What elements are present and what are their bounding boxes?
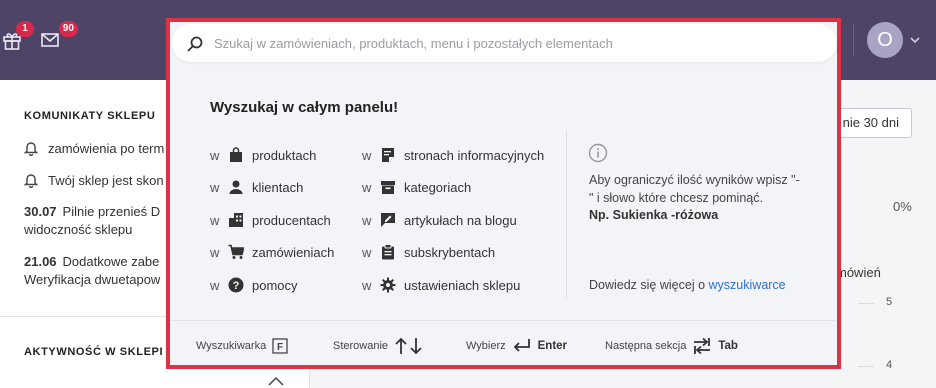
bell-icon: [24, 142, 38, 156]
search-scope-clients[interactable]: w klientach: [210, 177, 303, 199]
user-avatar[interactable]: O: [867, 22, 903, 58]
scope-label: artykułach na blogu: [404, 213, 517, 228]
tab-icon: [694, 337, 711, 355]
scope-label: kategoriach: [404, 180, 472, 195]
scope-label: ustawieniach sklepu: [404, 278, 521, 293]
search-input[interactable]: [214, 32, 814, 54]
topbar-divider: [853, 24, 854, 56]
shortcuts-divider: [170, 320, 837, 321]
search-scope-subscribers[interactable]: w subskrybentach: [362, 242, 495, 264]
search-tip-example: Np. Sukienka -różowa: [589, 208, 719, 222]
search-box[interactable]: [172, 24, 837, 62]
search-scope-blog[interactable]: w artykułach na blogu: [362, 210, 517, 232]
search-scope-info-pages[interactable]: w stronach informacyjnych: [362, 145, 544, 167]
news-text-continued: Weryfikacja dwuetapow: [24, 272, 161, 287]
svg-text:F: F: [277, 342, 283, 353]
shortcut-search: Wyszukiwarka F: [196, 335, 288, 357]
scope-label: stronach informacyjnych: [404, 148, 545, 163]
enter-icon: [513, 339, 530, 352]
blog-icon: [381, 213, 395, 227]
search-heading: Wyszukaj w całym panelu!: [210, 99, 399, 116]
clipboard-icon: [382, 244, 394, 260]
news-item[interactable]: 21.06 Dodatkowe zabe Weryfikacja dwuetapo…: [24, 253, 160, 289]
orders-chart-label: mówień: [836, 265, 881, 280]
chart-tick-label: 5: [886, 296, 893, 308]
building-icon: [229, 213, 243, 227]
bell-icon: [24, 174, 38, 188]
search-scope-help[interactable]: w? pomocy: [210, 275, 298, 297]
cart-icon: [228, 244, 244, 259]
shortcut-select: Wybierz Enter: [466, 335, 567, 357]
box-icon: [381, 181, 395, 194]
info-icon: [588, 143, 608, 163]
message-item[interactable]: Twój sklep jest skon: [24, 172, 164, 190]
help-icon: ?: [228, 277, 244, 293]
search-scope-shop-settings[interactable]: w ustawieniach sklepu: [362, 275, 520, 297]
gear-icon: [380, 277, 396, 293]
scope-label: producentach: [252, 213, 331, 228]
key-f-icon: F: [272, 338, 288, 354]
search-icon: [187, 36, 203, 52]
scope-label: subskrybentach: [404, 245, 496, 260]
news-text-continued: widoczność sklepu: [24, 222, 133, 237]
search-scope-categories[interactable]: w kategoriach: [362, 177, 471, 199]
news-date: 30.07: [24, 204, 57, 219]
scope-label: produktach: [252, 148, 317, 163]
shortcut-next-section: Następna sekcja Tab: [605, 335, 738, 357]
search-help-link[interactable]: wyszukiwarce: [709, 278, 786, 292]
shortcut-navigation: Sterowanie: [333, 335, 424, 357]
chevron-up-icon[interactable]: [267, 376, 285, 386]
gift-button[interactable]: 1: [2, 21, 34, 52]
person-icon: [229, 180, 243, 194]
messages-section-title: KOMUNIKATY SKLEPU: [24, 110, 156, 122]
chart-gridline: [858, 366, 874, 367]
page-icon: [382, 148, 394, 162]
gift-badge: 1: [16, 21, 34, 37]
column-divider: [566, 130, 567, 298]
news-item[interactable]: 30.07 Pilnie przenieś D widoczność sklepu: [24, 203, 160, 239]
chevron-down-icon[interactable]: [908, 33, 922, 47]
mail-badge: 90: [58, 21, 78, 37]
mail-icon: [41, 33, 59, 47]
news-text: Pilnie przenieś D: [62, 204, 161, 219]
search-scope-products[interactable]: w produktach: [210, 145, 316, 167]
search-tip-text: Aby ograniczyć ilość wyników wpisz "-" i…: [589, 173, 800, 205]
scope-label: zamówieniach: [252, 245, 335, 260]
arrows-up-down-icon: [395, 337, 422, 355]
search-scope-producers[interactable]: w producentach: [210, 210, 331, 232]
scope-label: klientach: [252, 180, 304, 195]
activity-section-title: AKTYWNOŚĆ W SKLEPI: [24, 346, 164, 358]
scope-label: pomocy: [252, 278, 298, 293]
news-text: Dodatkowe zabe: [62, 254, 160, 269]
message-text: zamówienia po term: [48, 141, 165, 156]
news-date: 21.06: [24, 254, 57, 269]
search-scope-orders[interactable]: w zamówieniach: [210, 242, 334, 264]
bag-icon: [230, 147, 242, 162]
message-text: Twój sklep jest skon: [48, 173, 164, 188]
chart-tick-label: 4: [886, 359, 893, 371]
percent-value: 0%: [893, 199, 912, 214]
chart-gridline: [858, 303, 874, 304]
mail-button[interactable]: 90: [40, 21, 78, 52]
learn-more: Dowiedz się więcej o wyszukiwarce: [589, 278, 786, 292]
svg-text:?: ?: [233, 280, 240, 292]
message-item[interactable]: zamówienia po term: [24, 140, 164, 158]
search-overlay: Wyszukaj w całym panelu! wproduktach wkl…: [166, 18, 841, 369]
